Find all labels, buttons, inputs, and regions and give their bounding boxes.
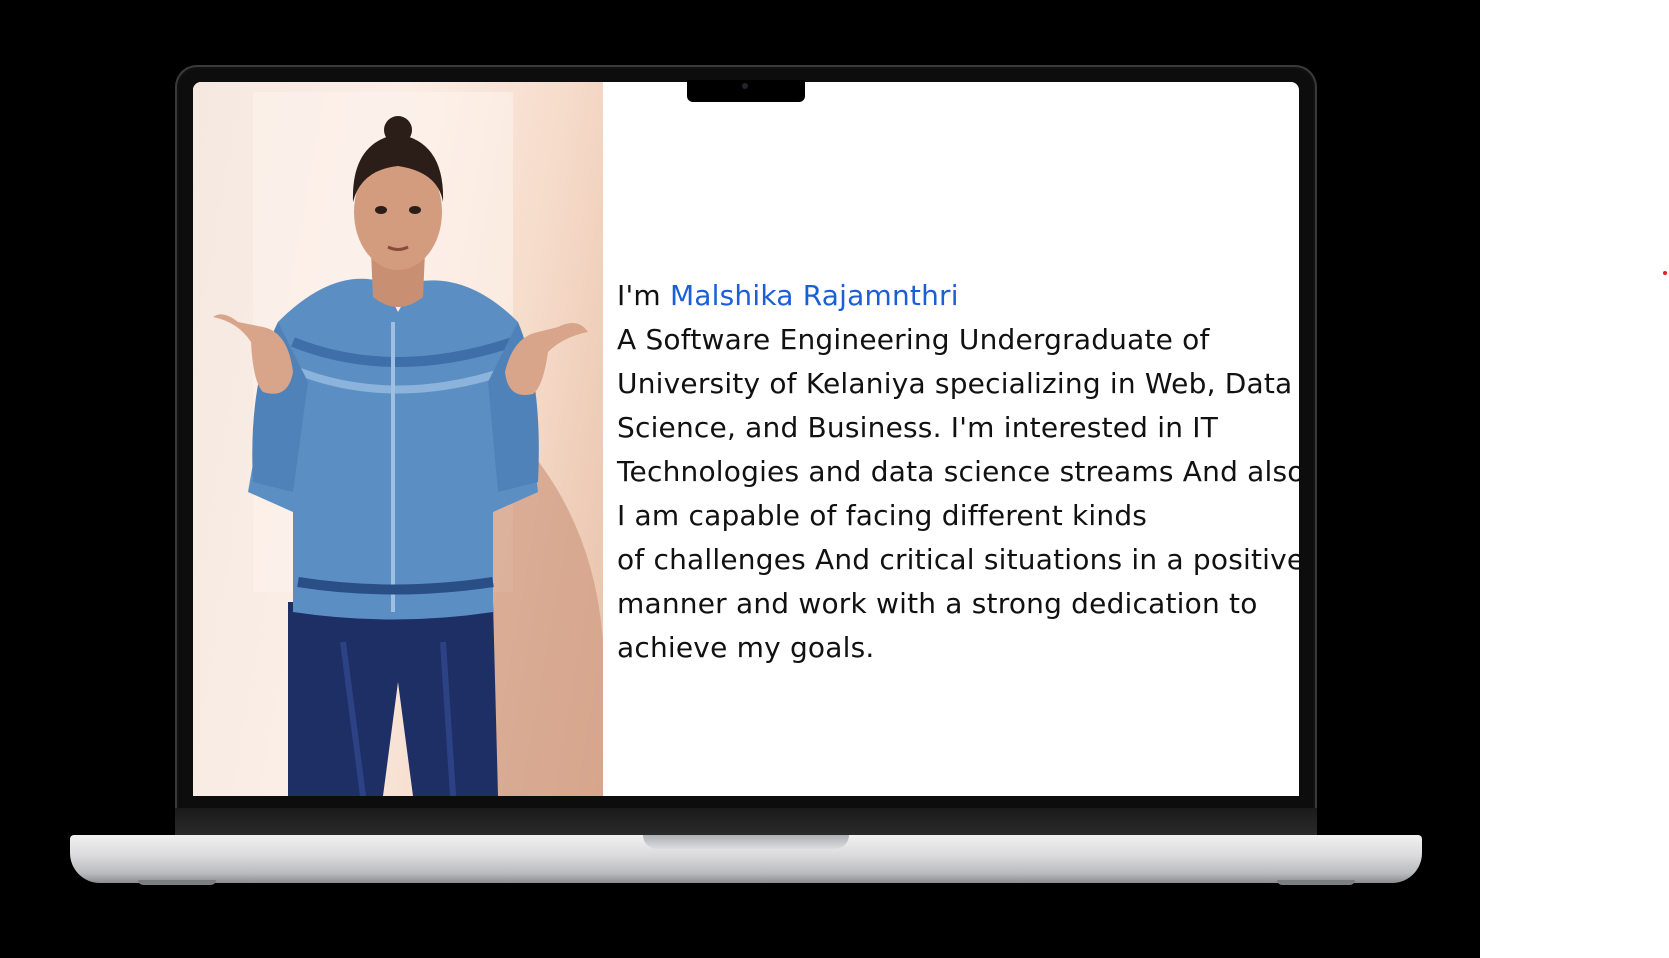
hero-heading: I'm Malshika Rajamnthri [617,274,1297,318]
bio-line: I am capable of facing different kinds [617,499,1148,532]
portrait-illustration [213,92,603,796]
laptop-foot-left [138,880,216,885]
lid-opening-groove [643,835,849,849]
red-dot-marker [1663,271,1667,275]
bio-line: manner and work with a strong dedication… [617,587,1258,620]
profile-photo [193,82,603,796]
bio-line: Science, and Business. I'm interested in… [617,411,1219,444]
screen-notch [687,80,805,102]
webcam-icon [742,83,748,89]
bio-line: A Software Engineering Undergraduate of [617,323,1210,356]
person-name: Malshika Rajamnthri [669,279,959,312]
laptop-base [70,835,1422,883]
bio-line: achieve my goals. [617,631,875,664]
laptop-foot-right [1277,880,1355,885]
bio-line: Technologies and data science streams An… [617,455,1299,488]
bio-line: of challenges And critical situations in… [617,543,1299,576]
laptop-screen: I'm Malshika Rajamnthri A Software Engin… [193,82,1299,796]
bio-line: University of Kelaniya specializing in W… [617,367,1293,400]
laptop-hinge [175,808,1317,836]
bio-section: I'm Malshika Rajamnthri A Software Engin… [617,274,1299,670]
right-blank-area [1480,0,1669,958]
greeting-text: I'm [617,279,661,312]
